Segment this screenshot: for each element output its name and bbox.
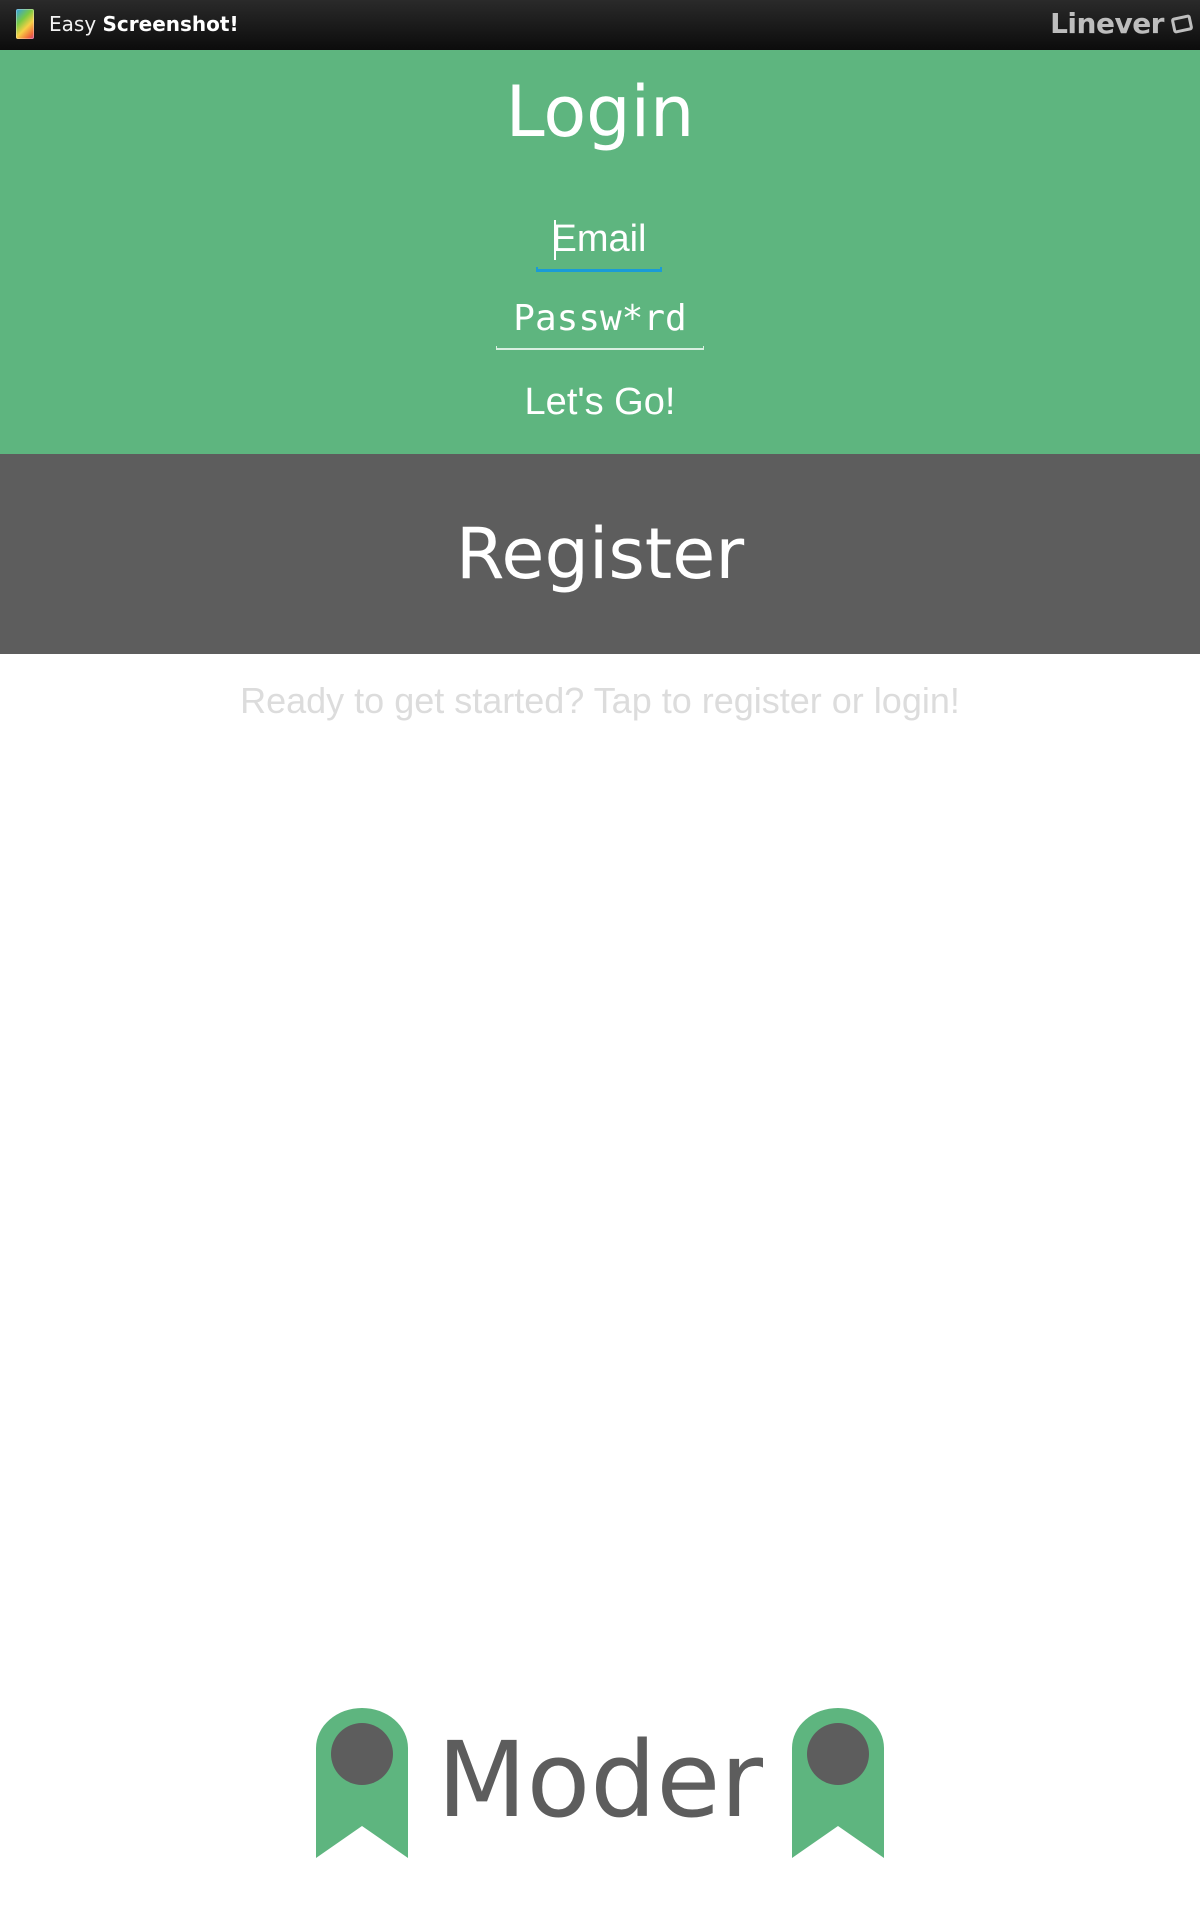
app-title-bold: Screenshot!	[102, 12, 239, 36]
app-title: Easy Screenshot!	[49, 12, 239, 36]
linever-logo-icon	[1170, 14, 1194, 34]
text-cursor	[554, 220, 556, 260]
login-title: Login	[505, 71, 695, 153]
bookmark-ribbon-icon	[316, 1708, 408, 1858]
password-field[interactable]	[496, 290, 704, 346]
easy-screenshot-icon	[16, 9, 34, 39]
password-field-underline	[496, 346, 704, 350]
login-section: Login Let's Go!	[0, 50, 1200, 454]
hint-text: Ready to get started? Tap to register or…	[240, 680, 960, 721]
register-title: Register	[455, 513, 745, 595]
app-title-light: Easy	[49, 12, 97, 36]
status-bar: Easy Screenshot! Linever	[0, 0, 1200, 50]
logo-wordmark: Moder	[436, 1719, 764, 1841]
email-field-underline	[536, 267, 662, 272]
brand-label: Linever	[1050, 7, 1164, 40]
lets-go-button[interactable]: Let's Go!	[480, 372, 720, 432]
bookmark-ribbon-icon	[792, 1708, 884, 1858]
email-field-wrapper	[536, 210, 662, 272]
register-button[interactable]: Register	[0, 454, 1200, 654]
password-field-wrapper	[496, 290, 704, 350]
